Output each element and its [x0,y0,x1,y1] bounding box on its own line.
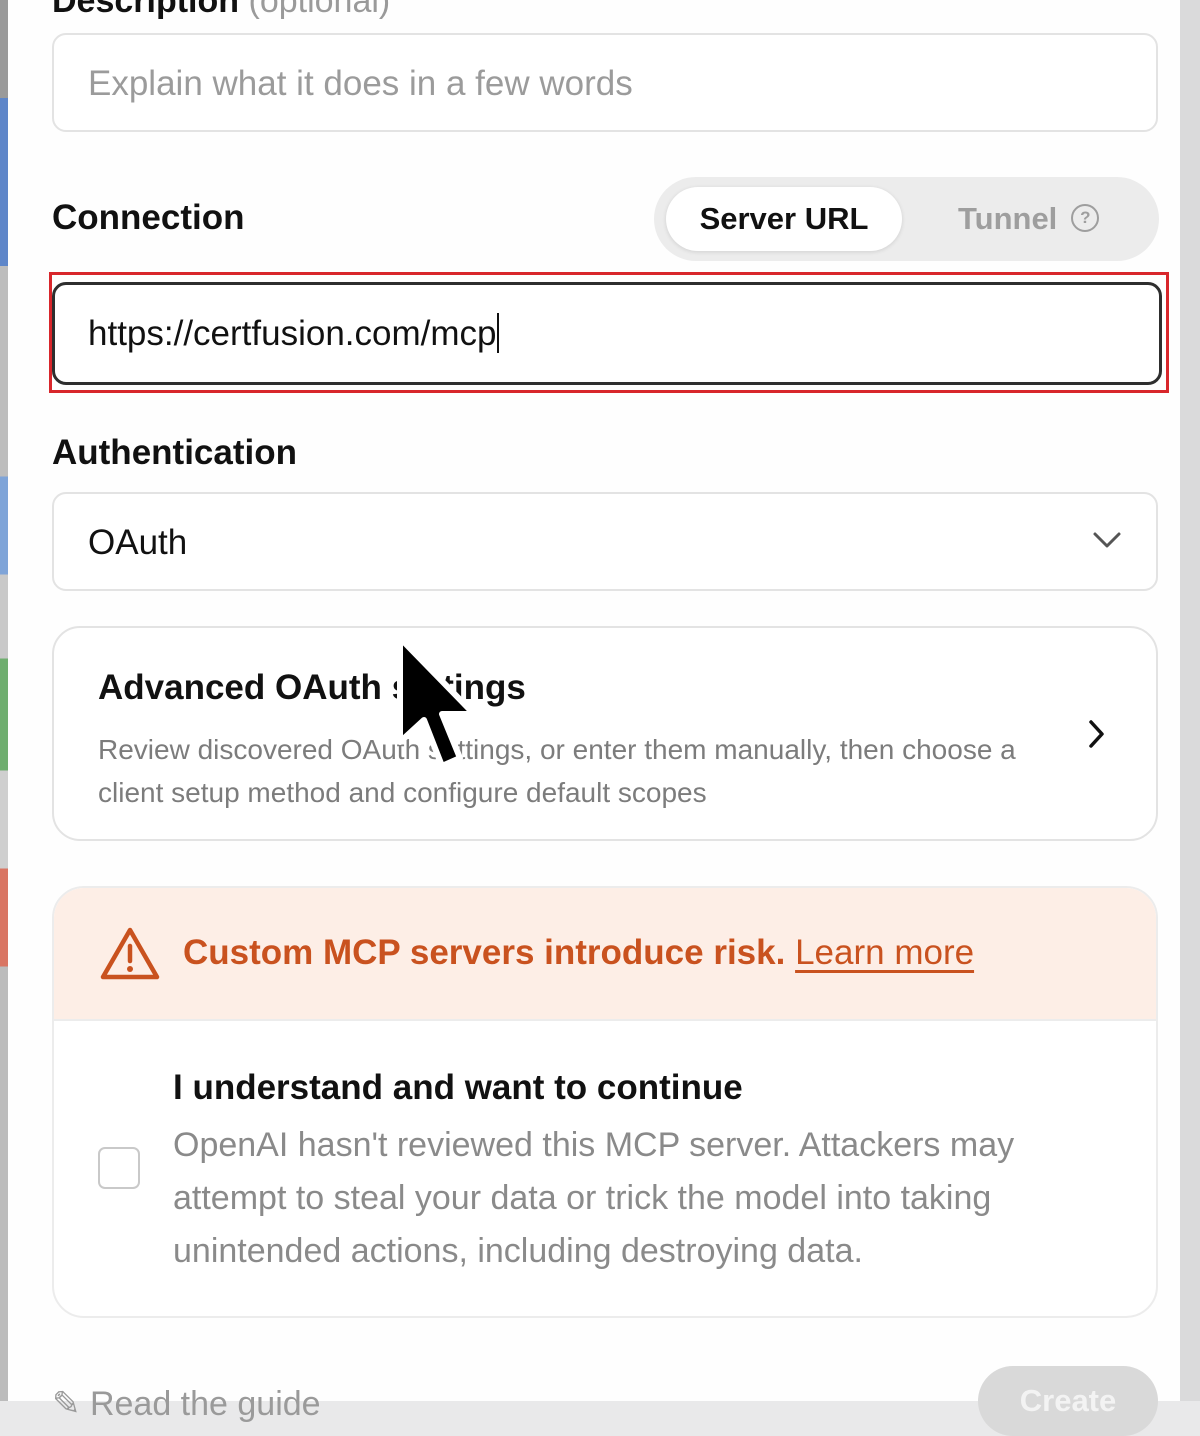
authentication-selected-value: OAuth [88,523,188,562]
authentication-label: Authentication [52,433,297,472]
description-input[interactable]: Explain what it does in a few words [52,33,1158,132]
authentication-select[interactable]: OAuth [52,492,1158,591]
create-button[interactable]: Create [978,1366,1158,1436]
warning-triangle-icon [100,927,160,980]
guide-icon: ✎ [52,1385,81,1423]
tab-tunnel-label: Tunnel [958,201,1058,236]
risk-warning-card: Custom MCP servers introduce risk. Learn… [52,886,1158,1318]
focus-highlight-box [49,272,1169,393]
acknowledge-checkbox[interactable] [98,1147,140,1189]
acknowledge-description: OpenAI hasn't reviewed this MCP server. … [173,1126,1015,1270]
help-icon[interactable]: ? [1071,203,1100,232]
risk-warning-text: Custom MCP servers introduce risk. Learn… [183,933,975,972]
risk-warning-banner: Custom MCP servers introduce risk. Learn… [54,888,1156,1021]
read-guide-link[interactable]: ✎ Read the guide [52,1384,321,1424]
tab-server-url[interactable]: Server URL [666,187,902,251]
description-label: Description (optional) [52,0,391,20]
mouse-pointer-icon [397,635,477,769]
acknowledge-title: I understand and want to continue [173,1068,743,1107]
learn-more-link[interactable]: Learn more [795,933,974,972]
advanced-oauth-settings-card[interactable]: Advanced OAuth settings Review discovere… [52,626,1158,841]
description-placeholder: Explain what it does in a few words [88,64,633,103]
panel-scrollbar-track[interactable] [1180,0,1200,1401]
tab-tunnel[interactable]: Tunnel? [958,187,1100,251]
connection-label: Connection [52,198,245,237]
chevron-down-icon [1093,532,1121,548]
advanced-oauth-description: Review discovered OAuth settings, or ent… [98,734,1016,808]
background-window-strip [0,0,8,1401]
connection-type-toggle: Server URL Tunnel? [654,177,1159,261]
chevron-right-icon [1089,720,1104,748]
